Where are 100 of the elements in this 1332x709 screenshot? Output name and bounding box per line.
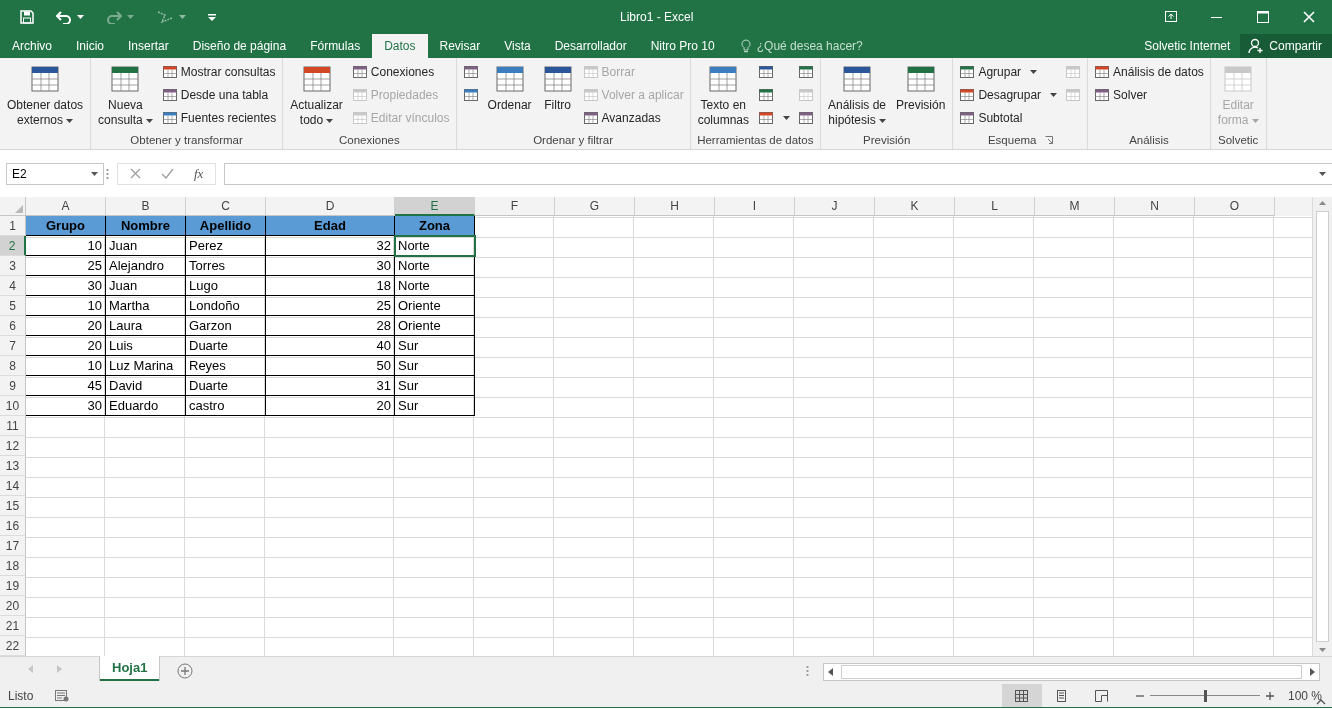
row-header[interactable]: 7 <box>0 336 26 356</box>
share-button[interactable]: Compartir <box>1240 34 1332 58</box>
scroll-right-icon[interactable] <box>1310 668 1315 676</box>
table-icon <box>582 64 599 80</box>
row-header[interactable]: 1 <box>0 216 26 236</box>
row-header[interactable]: 19 <box>0 576 26 596</box>
ribbon-tab[interactable]: Vista <box>492 34 543 58</box>
column-header[interactable]: I <box>715 197 795 216</box>
table-cell: Reyes <box>186 356 266 376</box>
row-header[interactable]: 5 <box>0 296 26 316</box>
row-header[interactable]: 16 <box>0 516 26 536</box>
ribbon-button[interactable]: Fuentes recientes <box>159 107 279 129</box>
column-header[interactable]: N <box>1115 197 1195 216</box>
add-sheet-icon[interactable] <box>177 663 194 679</box>
row-header[interactable]: 9 <box>0 376 26 396</box>
row-header[interactable]: 14 <box>0 476 26 496</box>
macro-record-icon[interactable] <box>55 689 70 702</box>
column-header[interactable]: H <box>635 197 715 216</box>
ribbon-button[interactable]: Subtotal <box>957 107 1060 129</box>
row-header[interactable]: 21 <box>0 616 26 636</box>
ribbon-tab[interactable]: Desarrollador <box>542 34 639 58</box>
ribbon-button[interactable]: Texto en columnas <box>694 61 752 131</box>
shape-icon[interactable] <box>156 10 174 24</box>
column-header[interactable]: G <box>555 197 635 216</box>
tell-me-field[interactable]: ¿Qué desea hacer? <box>754 38 899 54</box>
column-header[interactable]: O <box>1195 197 1275 216</box>
row-header[interactable]: 22 <box>0 636 26 656</box>
close-icon[interactable] <box>1303 11 1315 23</box>
ribbon-button[interactable]: Desde una tabla <box>159 84 279 106</box>
row-header[interactable]: 13 <box>0 456 26 476</box>
ribbon-tab[interactable]: Datos <box>372 34 428 58</box>
column-header[interactable]: E <box>395 197 475 216</box>
row-header[interactable]: 20 <box>0 596 26 616</box>
row-header[interactable]: 10 <box>0 396 26 416</box>
split-handle[interactable] <box>806 665 809 677</box>
vertical-scrollbar[interactable] <box>1312 197 1332 656</box>
ribbon-button[interactable]: Avanzadas <box>580 107 686 129</box>
column-header[interactable]: C <box>186 197 266 216</box>
row-header[interactable]: 2 <box>0 236 26 256</box>
scroll-left-icon[interactable] <box>828 668 833 676</box>
ribbon-button[interactable]: Desagrupar <box>957 84 1060 106</box>
scroll-up-icon[interactable] <box>1319 201 1326 205</box>
scroll-down-icon[interactable] <box>1319 648 1326 652</box>
row-header[interactable]: 4 <box>0 276 26 296</box>
column-header[interactable]: L <box>955 197 1035 216</box>
view-button[interactable] <box>1001 684 1042 707</box>
sheet-tab[interactable]: Hoja1 <box>100 656 160 681</box>
column-header[interactable]: A <box>26 197 106 216</box>
ribbon-button[interactable]: Solver <box>1092 84 1206 106</box>
zoom-in-icon[interactable] <box>1265 691 1274 700</box>
ribbon-display-icon[interactable] <box>1165 11 1177 22</box>
column-header[interactable]: J <box>795 197 875 216</box>
table-icon <box>582 87 599 103</box>
active-cell[interactable]: Norte <box>395 236 475 256</box>
column-header[interactable]: B <box>106 197 186 216</box>
row-header[interactable]: 12 <box>0 436 26 456</box>
ribbon-button[interactable]: Análisis de hipótesis <box>825 61 889 131</box>
slider-thumb[interactable] <box>1203 689 1207 702</box>
dialog-launcher-icon[interactable] <box>1044 136 1053 144</box>
ribbon-tab[interactable]: Diseño de página <box>180 34 299 58</box>
ribbon-tab[interactable]: Insertar <box>116 34 181 58</box>
row-header[interactable]: 6 <box>0 316 26 336</box>
column-header[interactable]: M <box>1035 197 1115 216</box>
column-header[interactable]: D <box>266 197 395 216</box>
ribbon-tab[interactable]: Inicio <box>64 34 117 58</box>
horizontal-scrollbar[interactable] <box>823 663 1320 681</box>
ribbon-tab[interactable]: Archivo <box>0 34 64 58</box>
formula-field[interactable] <box>224 162 1332 185</box>
ribbon-button[interactable]: Ordenar <box>484 61 535 131</box>
drag-handle[interactable] <box>106 167 109 180</box>
ribbon-button[interactable]: Actualizar todo <box>287 61 346 131</box>
ribbon-button[interactable]: Conexiones <box>349 61 452 83</box>
insert-function-button[interactable]: fx <box>194 165 204 182</box>
row-header[interactable]: 18 <box>0 556 26 576</box>
row-header[interactable]: 3 <box>0 256 26 276</box>
zoom-level[interactable]: 100 % <box>1287 688 1322 703</box>
name-box[interactable]: E2 <box>6 162 104 185</box>
row-header[interactable]: 15 <box>0 496 26 516</box>
row-header[interactable]: 8 <box>0 356 26 376</box>
column-header[interactable]: F <box>475 197 555 216</box>
ribbon-button[interactable]: Filtro <box>538 61 577 131</box>
ribbon-button[interactable]: Mostrar consultas <box>159 61 279 83</box>
undo-icon[interactable] <box>56 10 72 24</box>
ribbon-button[interactable]: Obtener datos externos <box>4 61 87 131</box>
cancel-icon[interactable] <box>130 168 141 179</box>
ribbon-tab[interactable]: Nitro Pro 10 <box>638 34 727 58</box>
row-header[interactable]: 11 <box>0 416 26 436</box>
ribbon-tab[interactable]: Fórmulas <box>298 34 373 58</box>
ribbon-button[interactable]: Nueva consulta <box>95 61 156 131</box>
ribbon-button[interactable]: Agrupar <box>957 61 1060 83</box>
column-header[interactable]: K <box>875 197 955 216</box>
maximize-icon[interactable] <box>1257 11 1269 23</box>
save-icon[interactable] <box>20 10 34 24</box>
ribbon-button[interactable]: Previsión <box>893 61 949 131</box>
ribbon-button[interactable]: Análisis de datos <box>1092 61 1206 83</box>
check-icon[interactable] <box>161 168 174 179</box>
table-cell: Luis <box>106 336 186 356</box>
row-header[interactable]: 17 <box>0 536 26 556</box>
ribbon-tab[interactable]: Revisar <box>427 34 493 58</box>
customize-icon[interactable] <box>208 13 216 21</box>
